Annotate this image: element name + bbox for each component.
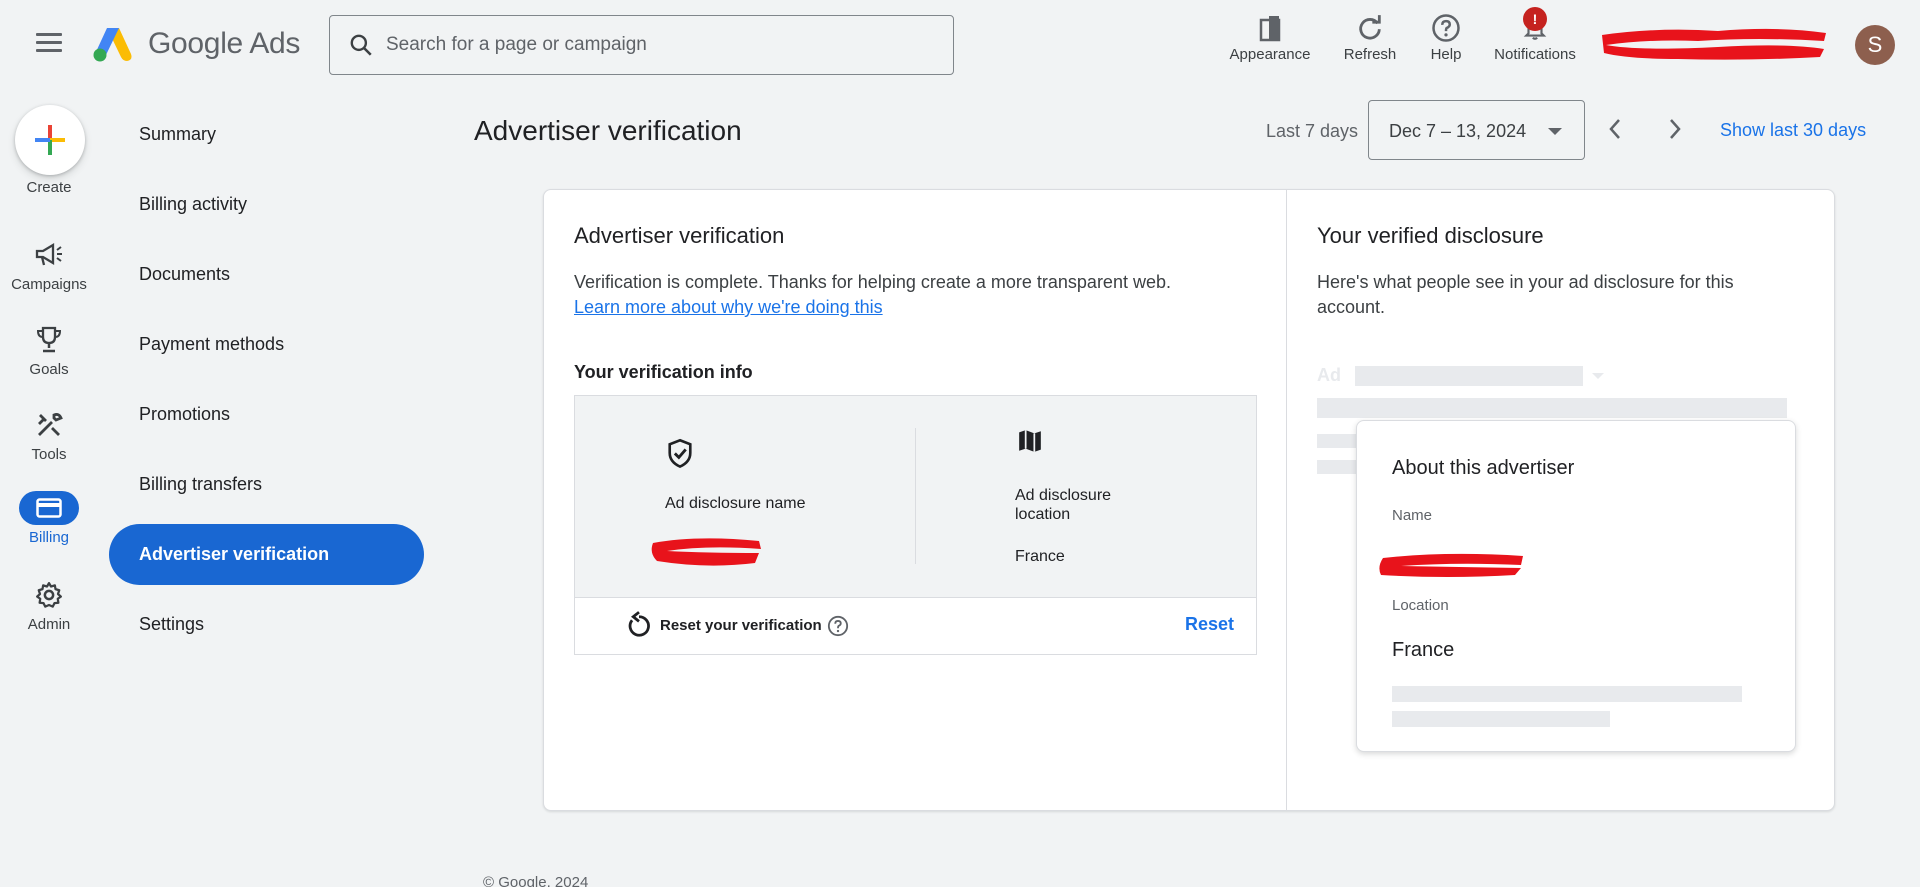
search-box[interactable] [329,15,954,75]
subnav-item-settings[interactable]: Settings [139,614,204,635]
verification-message-text: Verification is complete. Thanks for hel… [574,272,1171,292]
chevron-down-icon [1548,128,1562,135]
about-skeleton-line [1392,711,1610,727]
date-range-label: Last 7 days [1266,121,1359,141]
about-location-label: Location [1392,597,1449,614]
location-label-line-1: Ad disclosure [1015,487,1112,504]
verification-info-title: Your verification info [574,362,753,382]
subnav-item-summary[interactable]: Summary [139,124,216,145]
reset-icon [628,611,650,637]
refresh-label: Refresh [1343,46,1397,63]
map-icon [1019,430,1041,452]
help-label: Help [1430,46,1462,63]
subnav-item-documents[interactable]: Documents [139,264,230,285]
verification-info-details: Ad disclosure name Ad disclosure locatio… [575,396,1256,598]
google-ads-logo-icon [93,28,132,62]
ad-preview-tag: Ad [1317,365,1341,385]
rail-item-admin[interactable]: Admin [0,578,98,633]
help-button[interactable]: Help [1420,12,1472,63]
ad-disclosure-location-value: France [1015,548,1065,565]
rail-label-billing: Billing [28,529,70,546]
gear-icon [36,582,62,608]
redacted-account-info [1602,28,1826,60]
plus-icon [35,125,65,155]
subnav-item-promotions[interactable]: Promotions [139,404,230,425]
subnav-item-payment-methods[interactable]: Payment methods [139,334,284,355]
verified-disclosure-title: Your verified disclosure [1317,223,1544,248]
appearance-label: Appearance [1229,46,1311,63]
credit-card-icon [36,498,62,518]
info-column-divider [915,428,916,564]
rail-label-campaigns: Campaigns [11,276,87,293]
rail-label-goals: Goals [29,361,69,378]
subnav-item-billing-transfers[interactable]: Billing transfers [139,474,262,495]
learn-more-link[interactable]: Learn more about why we're doing this [574,297,883,317]
date-range-selector[interactable]: Dec 7 – 13, 2024 [1368,100,1585,160]
about-advertiser-title: About this advertiser [1392,457,1575,479]
subnav-item-advertiser-verification[interactable]: Advertiser verification [109,524,424,585]
page-title: Advertiser verification [474,115,742,146]
next-period-button[interactable] [1660,114,1690,144]
date-range-value: Dec 7 – 13, 2024 [1389,121,1527,141]
main-menu-button[interactable] [30,28,68,62]
notifications-button[interactable]: ! Notifications [1487,7,1583,63]
menu-icon-line [36,33,62,36]
verification-message: Verification is complete. Thanks for hel… [574,270,1254,320]
redacted-advertiser-name [1379,553,1523,577]
previous-period-button[interactable] [1600,114,1630,144]
rail-item-billing[interactable]: Billing [0,491,98,546]
verification-title: Advertiser verification [574,223,785,248]
verified-shield-icon [668,438,692,469]
verification-info-box: Ad disclosure name Ad disclosure locatio… [574,395,1257,655]
verification-card: Advertiser verification Verification is … [543,189,1835,811]
about-location-value: France [1392,639,1455,661]
create-button[interactable] [15,105,85,175]
top-bar: Google Ads Appearance Refresh Help ! Not… [0,0,1920,90]
ad-preview-skeleton [1317,434,1357,448]
search-input[interactable] [386,34,926,56]
location-label-line-2: location [1015,506,1071,523]
ad-disclosure-name-label: Ad disclosure name [665,495,806,512]
search-icon [350,34,372,56]
about-name-label: Name [1392,507,1433,524]
panel-divider [1286,190,1287,810]
rail-item-tools[interactable]: Tools [0,408,98,463]
refresh-button[interactable]: Refresh [1329,12,1411,63]
subnav-item-billing-activity[interactable]: Billing activity [139,194,247,215]
ad-preview-skeleton [1317,398,1787,418]
avatar[interactable]: S [1855,25,1895,65]
rail-item-campaigns[interactable]: Campaigns [0,238,98,293]
about-advertiser-card: About this advertiser Name Location Fran… [1356,420,1796,752]
tools-icon [38,413,63,436]
create-label: Create [26,179,72,196]
ad-preview-skeleton [1355,366,1583,386]
rail-label-tools: Tools [31,446,67,463]
rail-item-goals[interactable]: Goals [0,323,98,378]
appearance-button[interactable]: Appearance [1227,12,1313,63]
chevron-left-icon [1609,119,1620,139]
show-last-30-days-link[interactable]: Show last 30 days [1720,120,1866,141]
brand-name: Google Ads [148,27,301,60]
chevron-down-icon [1592,373,1604,379]
help-icon [1432,14,1460,42]
footer-copyright: © Google, 2024 [483,874,589,887]
notification-badge: ! [1523,7,1547,31]
menu-icon-line [36,41,62,44]
redacted-disclosure-name [651,538,761,566]
verified-disclosure-description: Here's what people see in your ad disclo… [1317,272,1734,317]
megaphone-icon [35,242,62,266]
about-skeleton-line [1392,686,1742,702]
appearance-icon [1259,16,1281,42]
reset-verification-text: Reset your verification [660,617,822,634]
rail-label-admin: Admin [27,616,71,633]
trophy-icon [36,326,62,353]
help-icon[interactable] [827,615,849,637]
chevron-right-icon [1670,119,1681,139]
menu-icon-line [36,49,62,52]
reset-button[interactable]: Reset [1185,614,1234,635]
ad-disclosure-location-label: Ad disclosure location [1015,486,1111,524]
notifications-label: Notifications [1494,46,1576,63]
refresh-icon [1359,15,1381,40]
ad-preview-skeleton [1317,460,1357,474]
